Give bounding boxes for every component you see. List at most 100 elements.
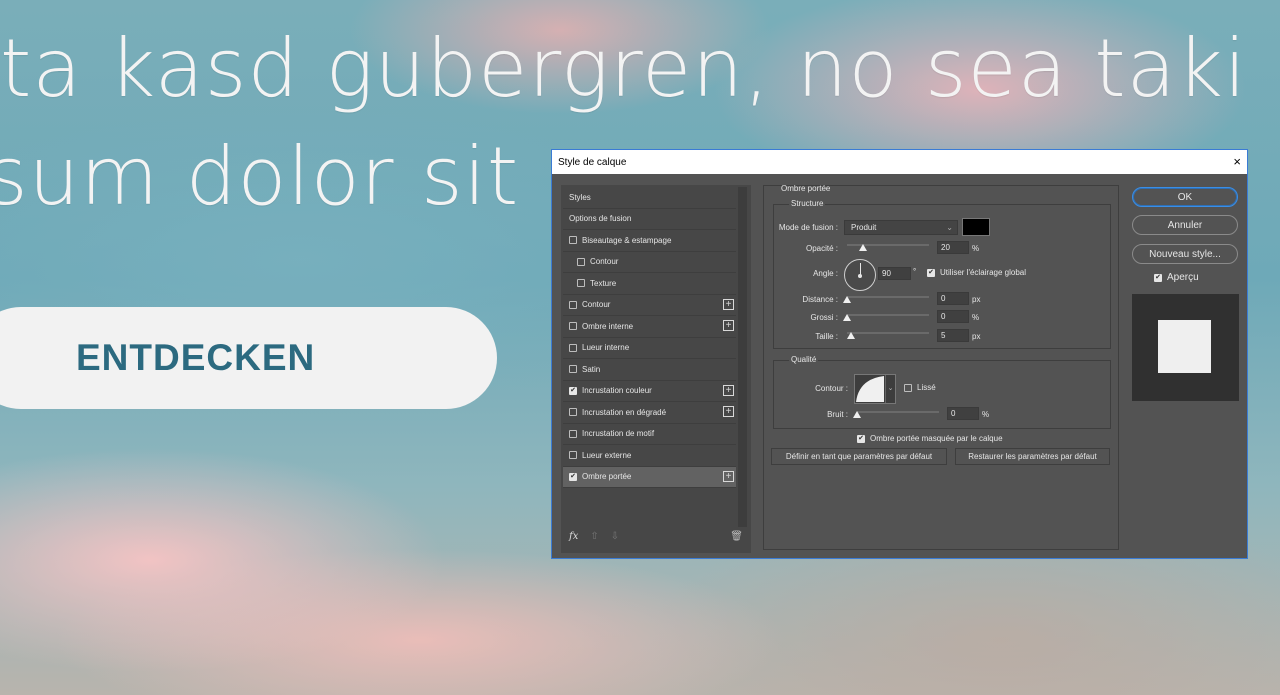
- checkbox-icon[interactable]: [569, 408, 577, 417]
- checkbox-icon[interactable]: [569, 300, 577, 309]
- style-list-item-label: Ombre portée: [582, 472, 632, 482]
- checkbox-icon[interactable]: [569, 451, 577, 460]
- drop-shadow-panel: Ombre portée Structure Mode de fusion : …: [763, 184, 1119, 550]
- opacity-slider[interactable]: [847, 243, 929, 251]
- opacity-slider-thumb[interactable]: [859, 244, 868, 251]
- add-icon[interactable]: +: [723, 384, 734, 396]
- antialias-label: Lissé: [917, 383, 936, 392]
- blend-mode-select[interactable]: Produit ⌄: [844, 220, 958, 235]
- knockout-checkbox[interactable]: ✔ Ombre portée masquée par le calque: [857, 434, 1003, 443]
- background-text-line-1: ta kasd gubergren, no sea taki: [0, 22, 1248, 115]
- contour-label: Contour :: [815, 384, 848, 393]
- checkbox-icon[interactable]: [569, 429, 577, 438]
- styles-list-scrollbar[interactable]: [738, 187, 747, 527]
- close-icon[interactable]: ×: [1233, 154, 1241, 169]
- noise-label: Bruit :: [827, 410, 848, 419]
- trash-icon[interactable]: 🗑: [730, 531, 743, 542]
- spread-input[interactable]: 0: [937, 310, 969, 323]
- preview-swatch: [1158, 320, 1211, 373]
- checkbox-icon[interactable]: [569, 343, 577, 352]
- checkmark-icon[interactable]: ✔: [569, 386, 577, 395]
- style-list-item[interactable]: Incrustation en dégradé +: [563, 402, 736, 424]
- noise-input[interactable]: 0: [947, 407, 979, 420]
- style-list-item[interactable]: Styles: [563, 187, 736, 209]
- size-slider-thumb[interactable]: [847, 332, 856, 339]
- style-list-item[interactable]: Contour +: [563, 295, 736, 316]
- background-text-line-2: sum dolor sit: [0, 130, 520, 223]
- spread-slider[interactable]: [843, 313, 929, 321]
- entdecken-button-label: ENTDECKEN: [76, 337, 316, 378]
- add-icon[interactable]: +: [723, 298, 734, 310]
- cancel-button[interactable]: Annuler: [1132, 215, 1238, 235]
- checkmark-icon: ✔: [1154, 273, 1162, 282]
- checkbox-icon[interactable]: [569, 322, 577, 331]
- checkmark-icon: ✔: [857, 434, 865, 443]
- style-list-item[interactable]: Contour: [563, 252, 736, 273]
- style-list-item-label: Satin: [582, 364, 601, 374]
- move-up-icon[interactable]: ⇧: [590, 531, 598, 542]
- blend-mode-label: Mode de fusion :: [778, 223, 838, 232]
- contour-curve-icon: [856, 376, 884, 402]
- set-default-button[interactable]: Définir en tant que paramètres par défau…: [771, 448, 947, 465]
- size-slider[interactable]: [847, 331, 929, 339]
- checkbox-icon[interactable]: [577, 279, 585, 288]
- styles-list-panel: Styles Options de fusion Biseautage & esta…: [561, 185, 751, 553]
- noise-slider-thumb[interactable]: [853, 411, 861, 418]
- distance-label: Distance :: [802, 295, 838, 304]
- move-down-icon[interactable]: ⇩: [611, 531, 619, 542]
- style-list-item[interactable]: Incrustation de motif: [563, 424, 736, 445]
- style-list-item[interactable]: Lueur interne: [563, 338, 736, 359]
- preview-label: Aperçu: [1167, 272, 1199, 283]
- add-icon[interactable]: +: [723, 406, 734, 417]
- reset-default-button[interactable]: Restaurer les paramètres par défaut: [955, 448, 1110, 465]
- style-list-item-label: Incrustation couleur: [582, 386, 652, 396]
- new-style-button[interactable]: Nouveau style...: [1132, 244, 1238, 264]
- checkbox-icon[interactable]: [577, 257, 585, 266]
- global-light-label: Utiliser l'éclairage global: [940, 268, 1027, 277]
- checkbox-icon[interactable]: [569, 365, 577, 374]
- checkmark-icon: ✔: [927, 268, 935, 277]
- size-input[interactable]: 5: [937, 329, 969, 342]
- angle-unit: °: [913, 267, 917, 276]
- checkmark-icon[interactable]: ✔: [569, 472, 577, 481]
- style-list-item[interactable]: ✔ Ombre portée +: [563, 466, 736, 488]
- add-icon[interactable]: +: [723, 320, 734, 331]
- contour-picker[interactable]: ⌄: [854, 374, 896, 404]
- style-list-item-label: Options de fusion: [569, 214, 632, 224]
- noise-slider[interactable]: [853, 410, 939, 418]
- style-list-item[interactable]: Satin: [563, 359, 736, 381]
- style-list-item[interactable]: Biseautage & estampage: [563, 230, 736, 252]
- quality-group: Qualité Contour : ⌄ Lissé Bruit : 0 %: [773, 355, 1111, 429]
- style-list-item-label: Incrustation en dégradé: [582, 407, 667, 417]
- checkbox-icon[interactable]: [569, 236, 577, 245]
- preview-checkbox[interactable]: ✔ Aperçu: [1154, 272, 1199, 283]
- ok-button[interactable]: OK: [1132, 187, 1238, 207]
- antialias-checkbox[interactable]: Lissé: [904, 383, 936, 392]
- distance-input[interactable]: 0: [937, 292, 969, 305]
- distance-unit: px: [972, 295, 981, 304]
- style-list-item[interactable]: Lueur externe: [563, 445, 736, 467]
- fx-icon[interactable]: fx: [569, 531, 578, 542]
- distance-slider-thumb[interactable]: [843, 296, 851, 303]
- angle-dial[interactable]: [844, 259, 876, 291]
- style-list-item-label: Incrustation de motif: [582, 429, 655, 439]
- opacity-unit: %: [972, 244, 980, 253]
- style-list-item[interactable]: ✔ Incrustation couleur +: [563, 381, 736, 402]
- add-icon[interactable]: +: [723, 470, 734, 482]
- angle-label: Angle :: [813, 269, 838, 278]
- style-list-item-label: Lueur externe: [582, 450, 632, 460]
- style-list-item[interactable]: Options de fusion: [563, 209, 736, 230]
- spread-slider-thumb[interactable]: [843, 314, 851, 321]
- distance-slider[interactable]: [843, 295, 929, 303]
- style-list-item-label: Lueur interne: [582, 343, 630, 353]
- entdecken-button[interactable]: ENTDECKEN: [0, 307, 497, 409]
- styles-list: Styles Options de fusion Biseautage & esta…: [563, 187, 736, 488]
- angle-input[interactable]: 90: [878, 267, 911, 280]
- opacity-input[interactable]: 20: [937, 241, 969, 254]
- global-light-checkbox[interactable]: ✔ Utiliser l'éclairage global: [927, 268, 1026, 277]
- style-list-item[interactable]: Ombre interne +: [563, 316, 736, 338]
- style-list-item-label: Biseautage & estampage: [582, 235, 672, 245]
- style-list-item-label: Texture: [590, 278, 617, 288]
- shadow-color-swatch[interactable]: [962, 218, 990, 236]
- style-list-item[interactable]: Texture: [563, 273, 736, 295]
